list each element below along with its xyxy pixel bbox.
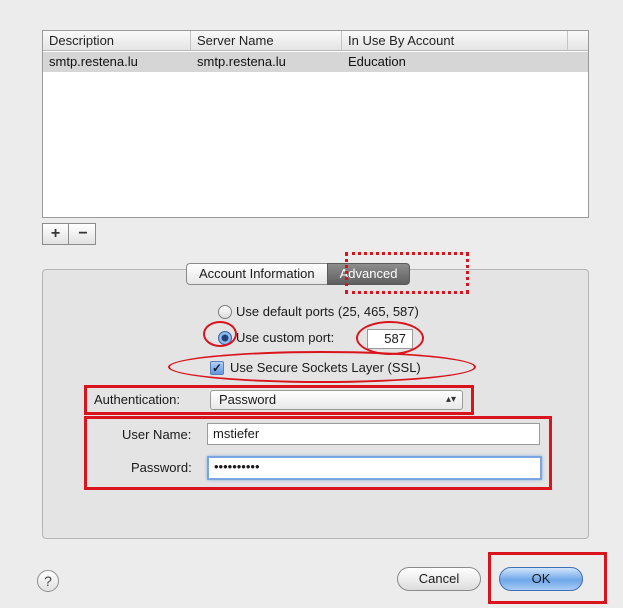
annotation-ssl-ellipse xyxy=(168,351,476,383)
custom-port-label: Use custom port: xyxy=(236,330,335,345)
cell-description: smtp.restena.lu xyxy=(49,54,138,69)
cancel-button[interactable]: Cancel xyxy=(397,567,481,591)
default-ports-label: Use default ports (25, 465, 587) xyxy=(236,304,419,319)
tab-account-information[interactable]: Account Information xyxy=(186,263,327,285)
smtp-server-table: Description Server Name In Use By Accoun… xyxy=(42,30,589,218)
annotation-ok-button-box xyxy=(488,552,607,604)
default-ports-radio[interactable] xyxy=(218,305,232,319)
cell-server-name: smtp.restena.lu xyxy=(197,54,286,69)
column-header-in-use-by-account[interactable]: In Use By Account xyxy=(342,31,568,51)
annotation-advanced-tab-highlight xyxy=(345,252,469,294)
annotation-port-circle xyxy=(356,321,424,355)
column-header-server-name[interactable]: Server Name xyxy=(191,31,342,51)
table-row[interactable]: smtp.restena.lu smtp.restena.lu Educatio… xyxy=(43,52,588,72)
column-header-description[interactable]: Description xyxy=(43,31,191,51)
annotation-credentials-box xyxy=(84,416,552,490)
annotation-authentication-box xyxy=(84,385,474,415)
add-server-button[interactable]: + xyxy=(43,224,69,244)
remove-server-button[interactable]: − xyxy=(70,224,96,244)
help-button[interactable]: ? xyxy=(37,570,59,592)
cell-in-use-by-account: Education xyxy=(348,54,406,69)
add-remove-button-group: + − xyxy=(42,223,96,245)
table-header: Description Server Name In Use By Accoun… xyxy=(43,31,588,51)
annotation-custom-radio-circle xyxy=(203,321,237,347)
